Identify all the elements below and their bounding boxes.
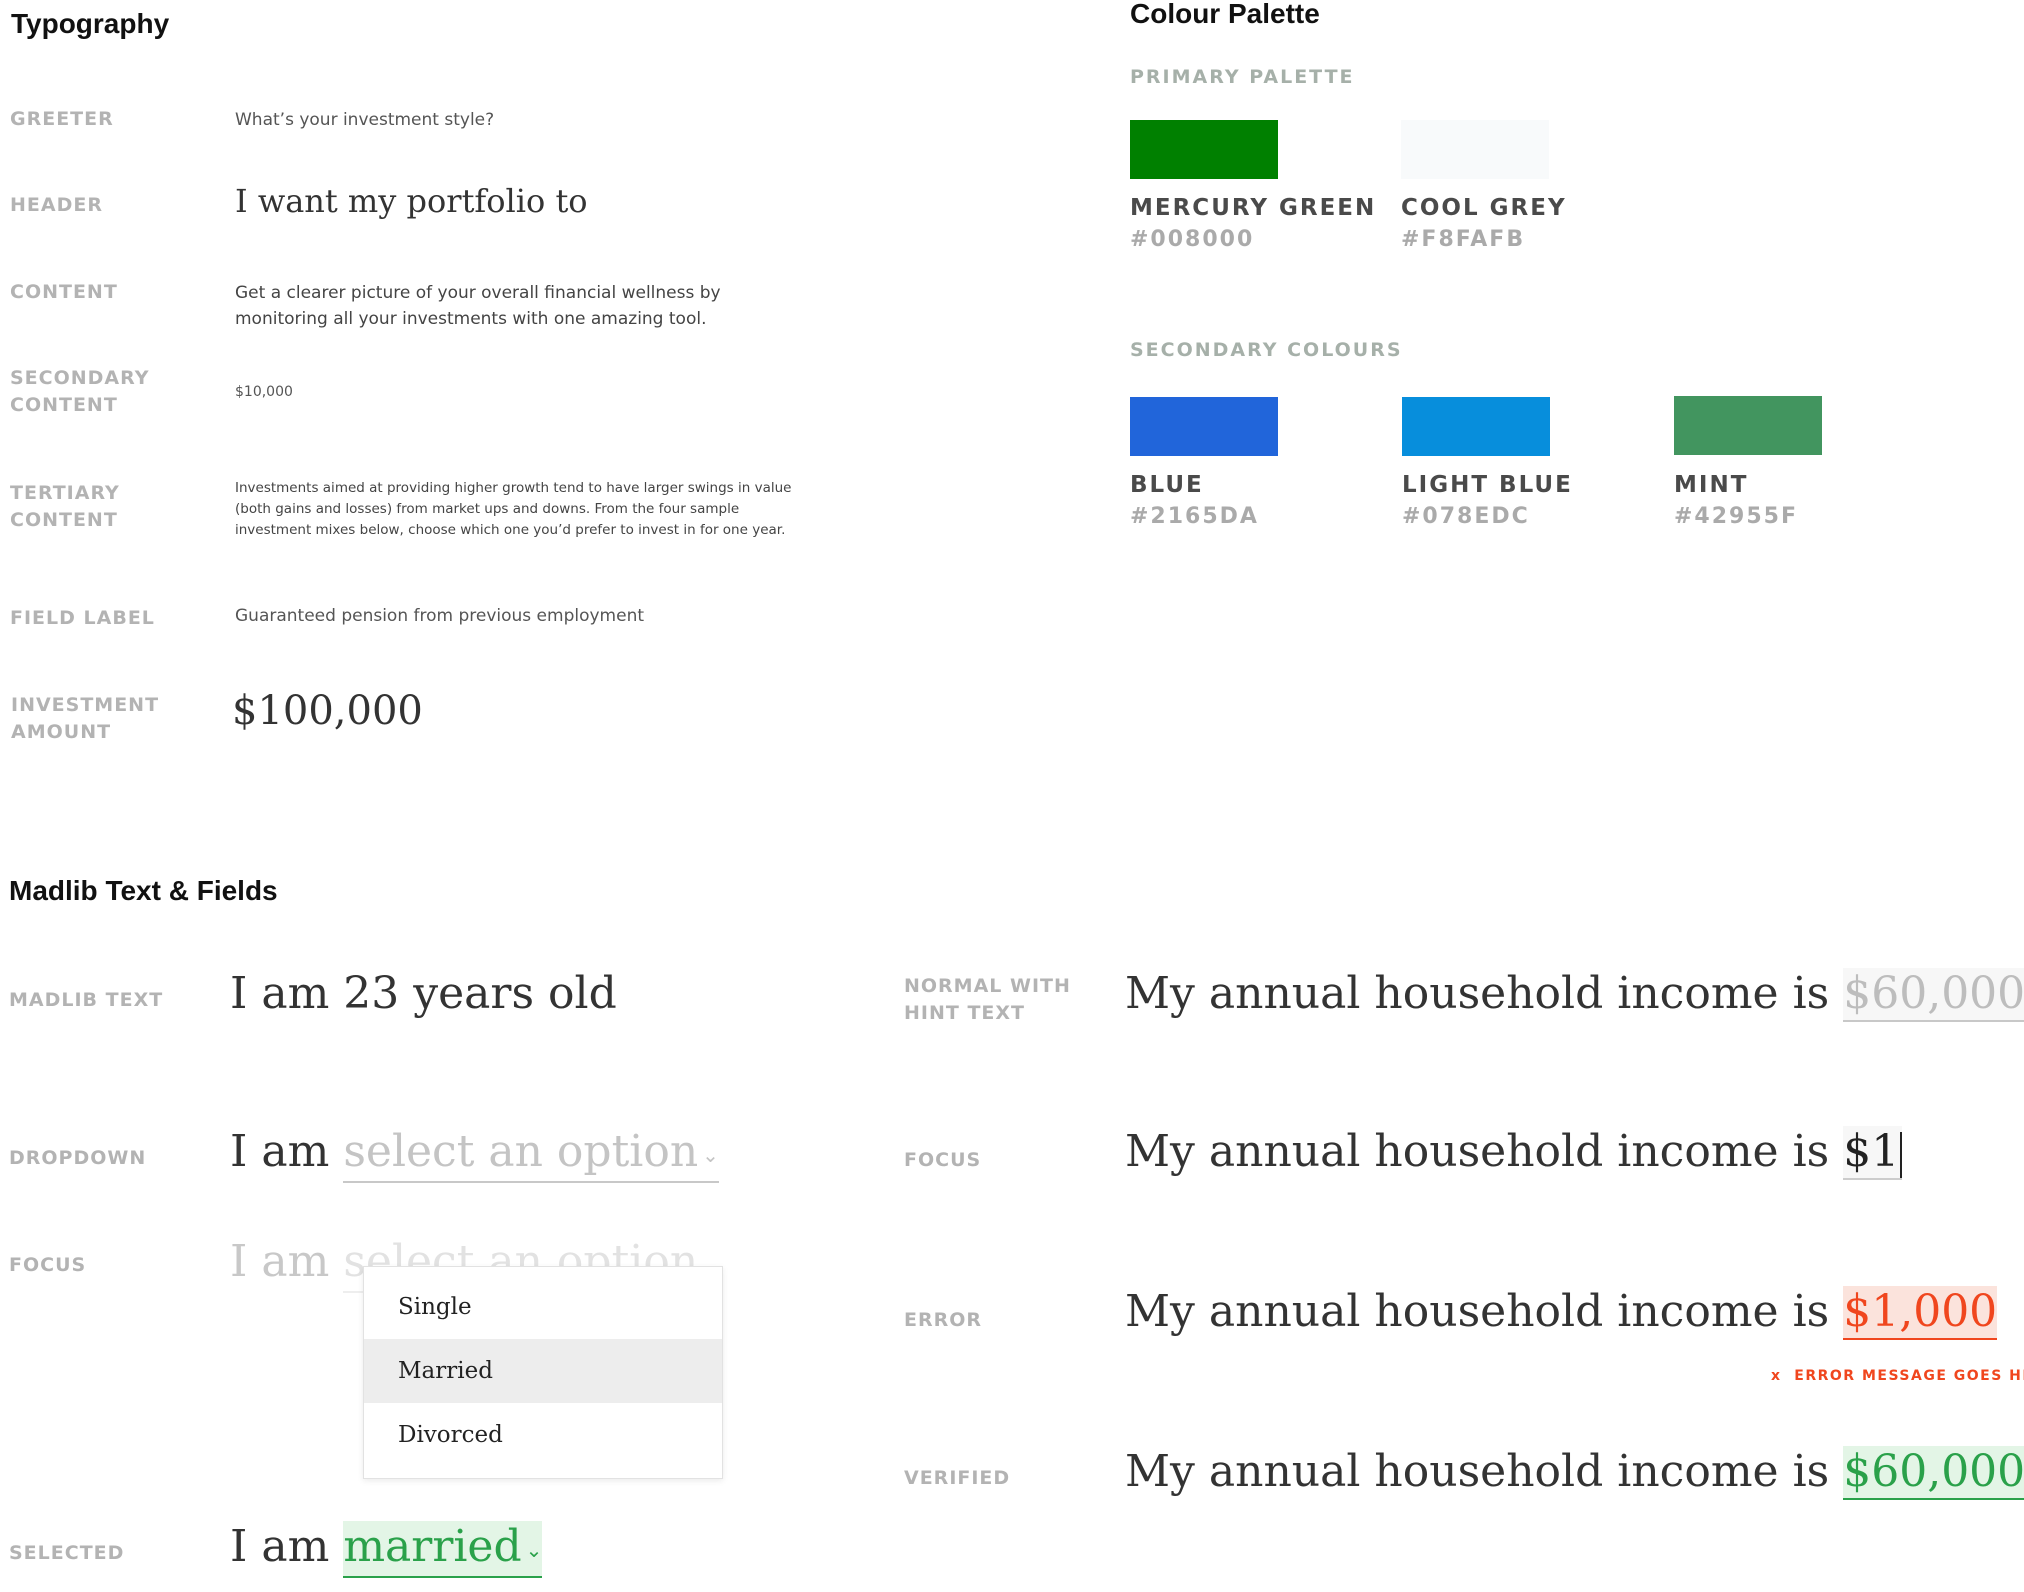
- hint-sentence: My annual household income is: [1125, 968, 1830, 1019]
- madlib-text-sample: I am 23 years old: [230, 968, 617, 1019]
- madlib-title: Madlib Text & Fields: [9, 875, 278, 906]
- selected-prefix: I am: [230, 1521, 330, 1572]
- income-verified-input[interactable]: $60,000: [1843, 1446, 2024, 1500]
- income-focus-input[interactable]: $1: [1843, 1126, 1903, 1180]
- primary-palette-heading: PRIMARY PALETTE: [1130, 66, 1355, 88]
- investment-amount-label: INVESTMENT AMOUNT: [11, 694, 160, 743]
- dropdown-prefix: I am: [230, 1126, 330, 1177]
- mercury-green-hex: #008000: [1130, 227, 1255, 252]
- dropdown-option-divorced[interactable]: Divorced: [364, 1403, 722, 1467]
- verified-sentence: My annual household income is: [1125, 1446, 1830, 1497]
- madlib-text-label: MADLIB TEXT: [9, 989, 164, 1011]
- content-sample: Get a clearer picture of your overall fi…: [235, 283, 721, 329]
- blue-swatch: [1130, 397, 1278, 456]
- income-hint-input[interactable]: $60,000: [1843, 968, 2024, 1022]
- dropdown-label: DROPDOWN: [9, 1147, 147, 1169]
- mercury-green-swatch: [1130, 120, 1278, 179]
- content-label: CONTENT: [10, 281, 118, 303]
- chevron-down-icon: ⌄: [525, 1537, 543, 1562]
- income-focus-label: FOCUS: [904, 1149, 982, 1171]
- dropdown-focus-prefix: I am: [230, 1236, 330, 1287]
- chevron-down-icon: ⌄: [702, 1142, 719, 1167]
- blue-name: BLUE: [1130, 472, 1204, 498]
- hint-label: NORMAL WITH HINT TEXT: [904, 975, 1071, 1024]
- secondary-content-label: SECONDARY CONTENT: [10, 367, 150, 416]
- investment-amount-sample: $100,000: [232, 688, 423, 734]
- light-blue-hex: #078EDC: [1402, 504, 1530, 529]
- typography-title: Typography: [11, 8, 170, 39]
- tertiary-content-label: TERTIARY CONTENT: [10, 482, 120, 531]
- selected-select[interactable]: married ⌄: [343, 1521, 543, 1578]
- greeter-label: GREETER: [10, 108, 114, 130]
- field-label-label: FIELD LABEL: [10, 607, 155, 629]
- selected-value: married: [343, 1521, 522, 1572]
- palette-title: Colour Palette: [1130, 0, 1320, 29]
- income-error-input[interactable]: $1,000: [1843, 1286, 1998, 1340]
- dropdown-row: I am select an option ⌄: [230, 1126, 719, 1183]
- field-label-sample: Guaranteed pension from previous employm…: [235, 606, 645, 626]
- greeter-sample: What’s your investment style?: [235, 110, 495, 130]
- hint-row: My annual household income is $60,000: [1125, 968, 2024, 1022]
- dropdown-option-married[interactable]: Married: [364, 1339, 722, 1403]
- verified-row: My annual household income is $60,000: [1125, 1446, 2024, 1500]
- dropdown-focus-label: FOCUS: [9, 1254, 87, 1276]
- error-label: ERROR: [904, 1309, 983, 1331]
- selected-label: SELECTED: [9, 1542, 125, 1564]
- light-blue-swatch: [1402, 397, 1550, 456]
- header-label: HEADER: [10, 194, 103, 216]
- cool-grey-name: COOL GREY: [1401, 195, 1567, 221]
- dropdown-placeholder: select an option: [343, 1126, 699, 1177]
- text-caret: [1900, 1131, 1903, 1178]
- focus-sentence: My annual household income is: [1125, 1126, 1830, 1177]
- cool-grey-swatch: [1401, 120, 1549, 179]
- income-focus-value: $1: [1843, 1126, 1900, 1177]
- error-message: x ERROR MESSAGE GOES HERE: [1771, 1368, 2024, 1384]
- secondary-colours-heading: SECONDARY COLOURS: [1130, 339, 1403, 361]
- income-focus-row: My annual household income is $1: [1125, 1126, 1903, 1180]
- light-blue-name: LIGHT BLUE: [1402, 472, 1573, 498]
- tertiary-content-sample: Investments aimed at providing higher gr…: [235, 480, 792, 538]
- mint-name: MINT: [1674, 472, 1749, 498]
- secondary-content-sample: $10,000: [235, 384, 293, 400]
- dropdown-select[interactable]: select an option ⌄: [343, 1126, 719, 1183]
- cool-grey-hex: #F8FAFB: [1401, 227, 1526, 252]
- mint-hex: #42955F: [1674, 504, 1798, 529]
- blue-hex: #2165DA: [1130, 504, 1259, 529]
- error-row: My annual household income is $1,000: [1125, 1286, 1998, 1340]
- dropdown-option-single[interactable]: Single: [364, 1275, 722, 1339]
- mint-swatch: [1674, 396, 1822, 455]
- mercury-green-name: MERCURY GREEN: [1130, 195, 1377, 221]
- error-sentence: My annual household income is: [1125, 1286, 1830, 1337]
- selected-row: I am married ⌄: [230, 1521, 543, 1578]
- header-sample: I want my portfolio to: [235, 182, 588, 220]
- verified-label: VERIFIED: [904, 1467, 1011, 1489]
- dropdown-menu: Single Married Divorced: [363, 1266, 723, 1479]
